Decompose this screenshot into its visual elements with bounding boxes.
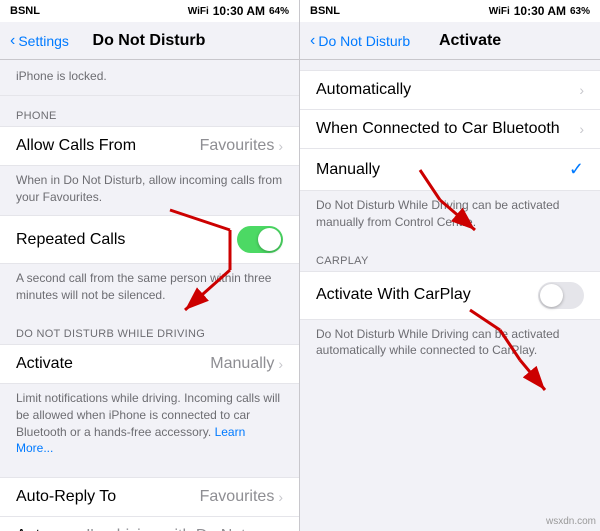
allow-calls-value: Favourites › <box>200 137 283 155</box>
auto-reply-to-label: Auto-Reply To <box>16 488 116 506</box>
activate-desc: Limit notifications while driving. Incom… <box>0 384 299 467</box>
manually-label: Manually <box>316 161 380 179</box>
left-nav-bar: ‹ Settings Do Not Disturb <box>0 22 299 60</box>
repeated-calls-label: Repeated Calls <box>16 231 125 249</box>
allow-calls-desc: When in Do Not Disturb, allow incoming c… <box>0 166 299 216</box>
manually-desc: Do Not Disturb While Driving can be acti… <box>300 191 600 241</box>
automatically-chevron: › <box>579 82 584 98</box>
when-connected-cell[interactable]: When Connected to Car Bluetooth › <box>300 110 600 149</box>
left-status-bar: BSNL WiFi 10:30 AM 64% <box>0 0 299 22</box>
left-battery: 64% <box>269 6 289 17</box>
right-nav-title: Activate <box>410 32 530 50</box>
when-connected-label: When Connected to Car Bluetooth <box>316 120 560 138</box>
phone-section-header: PHONE <box>0 96 299 126</box>
right-status-bar: BSNL WiFi 10:30 AM 63% <box>300 0 600 22</box>
auto-reply-group: Auto-Reply To Favourites › Auto-Reply I'… <box>0 477 299 531</box>
automatically-label: Automatically <box>316 81 411 99</box>
repeated-calls-toggle[interactable] <box>237 226 283 253</box>
activate-carplay-label: Activate With CarPlay <box>316 286 471 304</box>
repeated-calls-cell[interactable]: Repeated Calls <box>0 216 299 263</box>
watermark: wsxdn.com <box>546 516 596 527</box>
left-back-button[interactable]: ‹ Settings <box>10 32 69 50</box>
allow-calls-cell[interactable]: Allow Calls From Favourites › <box>0 127 299 165</box>
repeated-calls-desc: A second call from the same person withi… <box>0 264 299 314</box>
repeated-calls-group: Repeated Calls <box>0 215 299 264</box>
activate-carplay-cell[interactable]: Activate With CarPlay <box>300 272 600 319</box>
right-back-label: Do Not Disturb <box>318 33 410 49</box>
activate-chevron: › <box>278 356 283 372</box>
auto-reply-to-cell[interactable]: Auto-Reply To Favourites › <box>0 478 299 517</box>
left-carrier: BSNL <box>10 5 40 17</box>
manually-checkmark: ✓ <box>569 159 584 180</box>
automatically-cell[interactable]: Automatically › <box>300 71 600 110</box>
activate-cell-group: Activate Manually › <box>0 344 299 384</box>
allow-calls-chevron: › <box>278 138 283 154</box>
right-nav-bar: ‹ Do Not Disturb Activate <box>300 22 600 60</box>
left-back-label: Settings <box>18 33 69 49</box>
auto-reply-to-chevron: › <box>278 489 283 505</box>
automatically-group: Automatically › When Connected to Car Bl… <box>300 70 600 191</box>
when-connected-chevron: › <box>579 121 584 137</box>
locked-note: iPhone is locked. <box>0 60 299 96</box>
dnd-driving-header: DO NOT DISTURB WHILE DRIVING <box>0 314 299 344</box>
right-carrier: BSNL <box>310 5 340 17</box>
left-time: 10:30 AM <box>213 4 265 18</box>
left-nav-title: Do Not Disturb <box>69 32 229 50</box>
auto-reply-label: Auto-Reply <box>16 527 86 531</box>
right-panel: BSNL WiFi 10:30 AM 63% ‹ Do Not Disturb … <box>300 0 600 531</box>
left-back-chevron: ‹ <box>10 32 15 50</box>
activate-value: Manually › <box>210 355 283 373</box>
carplay-toggle[interactable] <box>538 282 584 309</box>
right-back-button[interactable]: ‹ Do Not Disturb <box>310 32 410 50</box>
activate-cell[interactable]: Activate Manually › <box>0 345 299 383</box>
right-wifi-icon: WiFi <box>489 6 510 17</box>
right-battery: 63% <box>570 6 590 17</box>
auto-reply-value: I'm driving with Do Not Distu... › <box>86 527 283 531</box>
left-panel: BSNL WiFi 10:30 AM 64% ‹ Settings Do Not… <box>0 0 300 531</box>
carplay-desc: Do Not Disturb While Driving can be acti… <box>300 320 600 370</box>
allow-calls-cell-group: Allow Calls From Favourites › <box>0 126 299 166</box>
allow-calls-label: Allow Calls From <box>16 137 136 155</box>
auto-reply-cell[interactable]: Auto-Reply I'm driving with Do Not Distu… <box>0 517 299 531</box>
carplay-group: Activate With CarPlay <box>300 271 600 320</box>
carplay-header: CARPLAY <box>300 241 600 271</box>
left-wifi-icon: WiFi <box>188 6 209 17</box>
activate-label: Activate <box>16 355 73 373</box>
manually-cell[interactable]: Manually ✓ <box>300 149 600 190</box>
auto-reply-to-value: Favourites › <box>200 488 283 506</box>
right-back-chevron: ‹ <box>310 32 315 50</box>
left-content: iPhone is locked. PHONE Allow Calls From… <box>0 60 299 531</box>
right-time: 10:30 AM <box>514 4 566 18</box>
right-content: Automatically › When Connected to Car Bl… <box>300 60 600 531</box>
